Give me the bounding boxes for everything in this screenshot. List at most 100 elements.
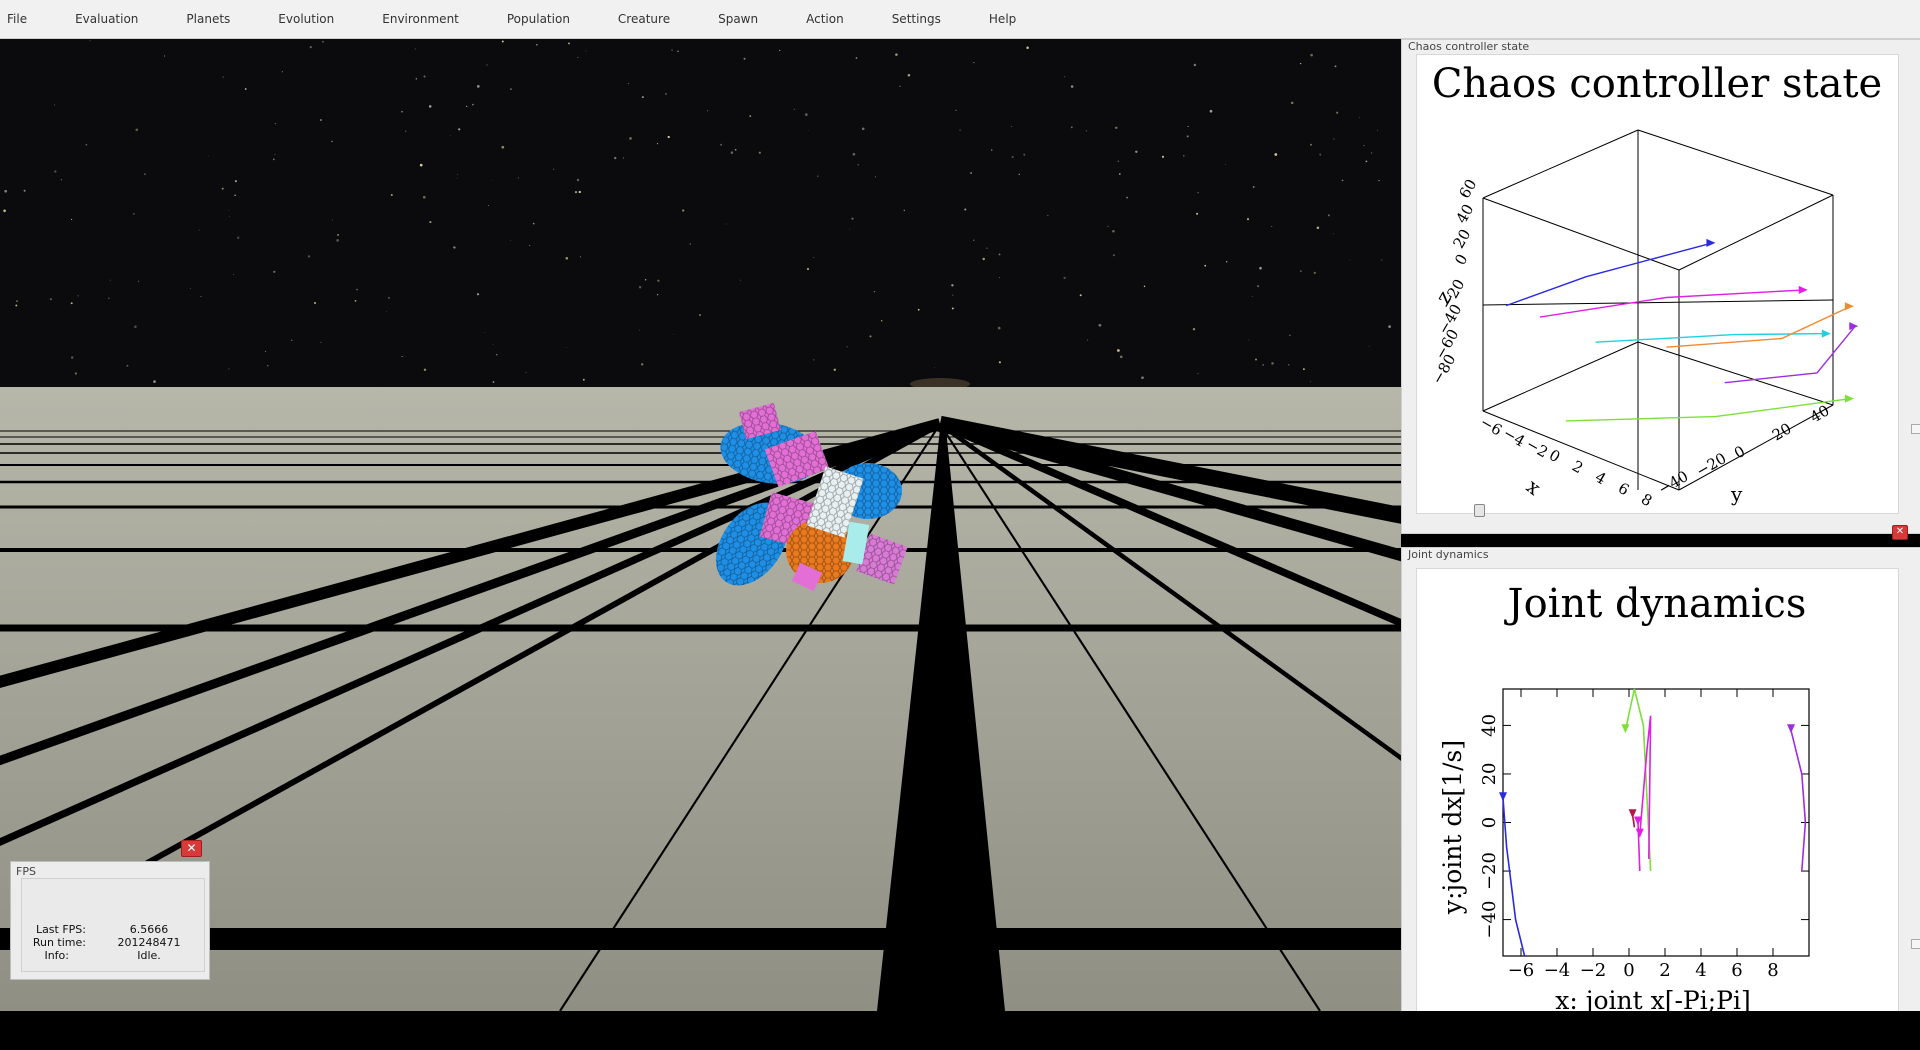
chaos-series-line bbox=[1666, 305, 1852, 348]
star bbox=[319, 119, 322, 121]
menu-spawn[interactable]: Spawn bbox=[694, 0, 782, 38]
chaos-x-tick-label: 8 bbox=[1638, 490, 1655, 510]
scene-canvas[interactable] bbox=[0, 39, 1401, 1011]
star bbox=[450, 135, 451, 137]
star bbox=[4, 189, 8, 193]
star bbox=[807, 129, 809, 131]
star bbox=[813, 359, 815, 361]
menu-evaluation[interactable]: Evaluation bbox=[51, 0, 162, 38]
star bbox=[313, 301, 317, 305]
bottom-black-bar bbox=[0, 1011, 1920, 1050]
star bbox=[874, 176, 877, 178]
joint-series-arrow bbox=[1499, 792, 1507, 802]
fps-stats-box: Last FPS: 6.5666 Run time: 201248471 Inf… bbox=[21, 878, 205, 972]
star bbox=[153, 380, 156, 383]
star bbox=[496, 353, 498, 356]
chaos-x-tick-label: 4 bbox=[1592, 468, 1609, 488]
star bbox=[1112, 229, 1115, 233]
star bbox=[1026, 46, 1029, 49]
chaos-x-tick-label: −2 bbox=[1523, 435, 1551, 462]
menu-settings[interactable]: Settings bbox=[868, 0, 965, 38]
star bbox=[682, 209, 685, 212]
joint-resize-handle[interactable] bbox=[1911, 939, 1920, 949]
star bbox=[1262, 364, 1264, 366]
star bbox=[726, 223, 727, 225]
star bbox=[1187, 125, 1189, 128]
simulation-viewport[interactable] bbox=[0, 39, 1401, 1011]
star bbox=[689, 243, 692, 245]
star bbox=[1310, 380, 1312, 382]
star bbox=[228, 368, 230, 370]
star bbox=[852, 152, 856, 156]
star bbox=[221, 187, 224, 190]
star bbox=[484, 332, 485, 334]
star bbox=[1119, 355, 1123, 359]
menu-file[interactable]: File bbox=[0, 0, 51, 38]
star bbox=[997, 326, 1001, 330]
star bbox=[1070, 126, 1073, 129]
star bbox=[1196, 212, 1199, 215]
star bbox=[1300, 270, 1302, 272]
star bbox=[222, 76, 224, 78]
joint-plot-area bbox=[1502, 688, 1810, 957]
chaos-z-tick-label: 60 bbox=[1455, 176, 1480, 202]
star bbox=[336, 239, 339, 242]
star bbox=[501, 145, 505, 149]
star bbox=[472, 103, 474, 106]
star bbox=[456, 178, 458, 179]
chaos-series-arrow bbox=[1821, 329, 1831, 338]
chaos-box-edge bbox=[1637, 129, 1834, 196]
star bbox=[137, 280, 140, 283]
star bbox=[991, 149, 993, 151]
star bbox=[1289, 334, 1291, 337]
star bbox=[291, 339, 293, 341]
star bbox=[869, 335, 872, 338]
star bbox=[453, 246, 456, 249]
menu-evolution[interactable]: Evolution bbox=[254, 0, 358, 38]
chaos-slider-handle[interactable] bbox=[1474, 504, 1485, 517]
star bbox=[699, 314, 701, 316]
star bbox=[973, 61, 975, 64]
star bbox=[15, 304, 18, 307]
chaos-series-arrow bbox=[1844, 302, 1854, 311]
menu-creature[interactable]: Creature bbox=[594, 0, 694, 38]
menu-action[interactable]: Action bbox=[782, 0, 868, 38]
star bbox=[1023, 153, 1026, 156]
star bbox=[1310, 53, 1313, 57]
joint-x-tick-label: 6 bbox=[1731, 960, 1742, 981]
chaos-panel-close-button[interactable]: ✕ bbox=[1892, 525, 1908, 540]
star bbox=[274, 154, 276, 156]
menu-population[interactable]: Population bbox=[483, 0, 594, 38]
star bbox=[200, 295, 202, 298]
menu-environment[interactable]: Environment bbox=[358, 0, 483, 38]
star bbox=[964, 208, 967, 211]
star bbox=[428, 105, 432, 108]
star bbox=[320, 341, 322, 344]
star bbox=[1085, 130, 1088, 132]
star bbox=[565, 257, 569, 260]
star bbox=[405, 130, 407, 132]
joint-x-tick-label: −2 bbox=[1580, 960, 1607, 981]
star bbox=[143, 173, 146, 176]
star bbox=[85, 143, 88, 146]
star bbox=[77, 295, 79, 297]
run-time-value: 201248471 bbox=[117, 936, 181, 949]
star bbox=[387, 296, 390, 299]
star bbox=[1112, 254, 1115, 257]
fps-close-button[interactable]: ✕ bbox=[181, 840, 202, 857]
star bbox=[486, 64, 488, 66]
chaos-resize-handle[interactable] bbox=[1911, 424, 1920, 434]
star bbox=[951, 284, 954, 287]
star bbox=[955, 109, 957, 112]
star bbox=[895, 53, 898, 56]
menu-help[interactable]: Help bbox=[965, 0, 1040, 38]
star bbox=[734, 148, 737, 151]
star bbox=[401, 355, 403, 358]
star bbox=[510, 88, 512, 90]
star bbox=[1319, 153, 1322, 156]
star bbox=[833, 368, 836, 371]
star bbox=[228, 209, 230, 211]
star bbox=[1018, 173, 1021, 176]
star bbox=[466, 105, 468, 107]
menu-planets[interactable]: Planets bbox=[162, 0, 254, 38]
